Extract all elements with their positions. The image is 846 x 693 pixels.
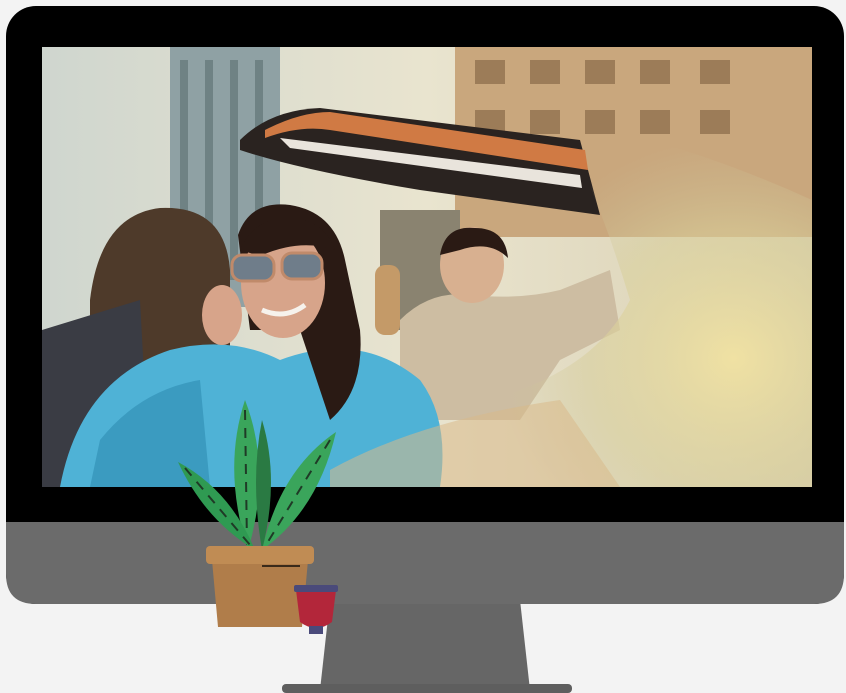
cup-rim — [294, 585, 338, 592]
plant-pot — [212, 560, 308, 627]
desk-scene — [6, 6, 844, 693]
monitor-chin — [6, 522, 844, 604]
monitor-stand-base — [282, 684, 572, 693]
screen-photo — [42, 47, 812, 487]
plant-pot-rim — [206, 546, 314, 564]
cup-stem — [309, 626, 323, 634]
monitor-stand — [320, 600, 530, 690]
cup-body — [296, 590, 336, 628]
